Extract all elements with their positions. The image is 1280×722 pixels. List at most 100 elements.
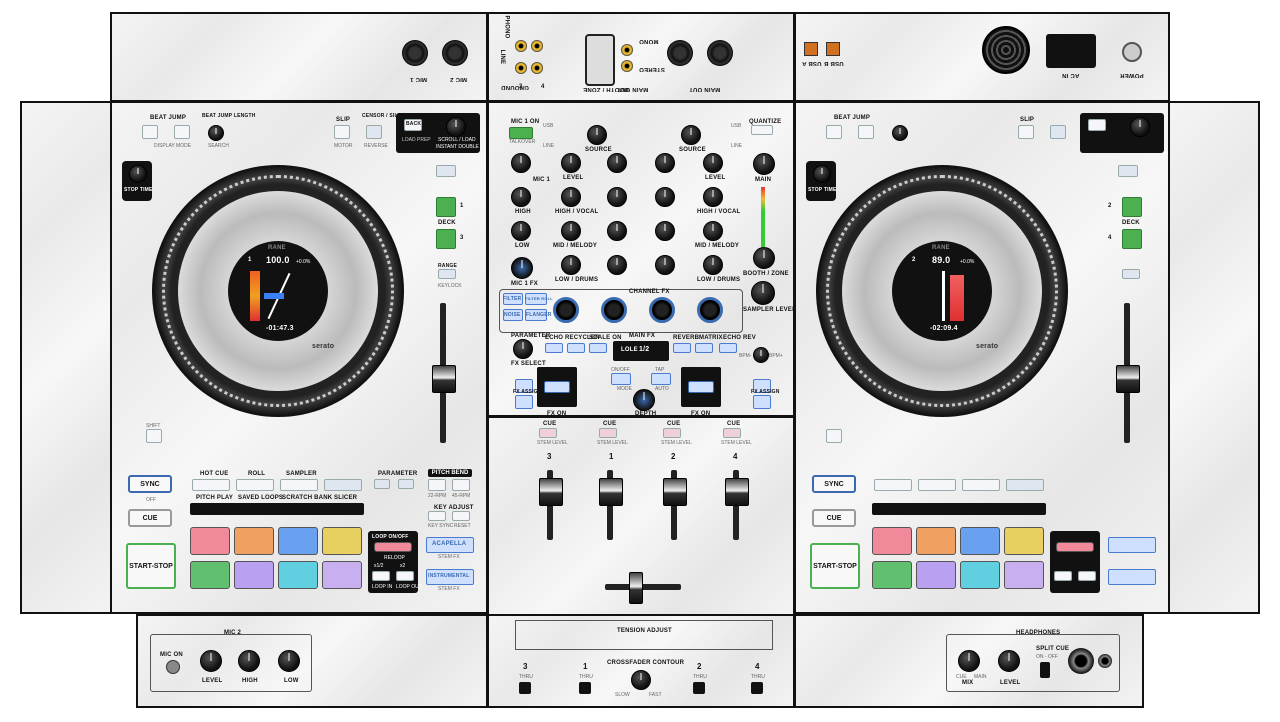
right-jog-wheel[interactable]: RANE 2 89.0 +0.0% -02:09.4 serato (816, 165, 1068, 417)
pad-4[interactable] (322, 527, 362, 555)
pad-8[interactable] (322, 561, 362, 589)
parameter-right-button[interactable] (398, 479, 414, 489)
key-sync-button[interactable] (428, 511, 446, 521)
quantize-button[interactable] (751, 125, 773, 135)
ch3-high-knob[interactable] (561, 187, 581, 207)
loop-out-button[interactable] (396, 571, 414, 581)
tension-adjust-slot[interactable] (515, 620, 773, 650)
r-sampler-button[interactable] (962, 479, 1000, 491)
r-shift-button[interactable] (826, 429, 842, 443)
r-loop-in-button[interactable] (1054, 571, 1072, 581)
assign-switch-3[interactable] (519, 682, 531, 694)
ch4-mid-knob[interactable] (703, 221, 723, 241)
fx-onoff-button[interactable] (611, 373, 631, 385)
hot-cue-button[interactable] (192, 479, 230, 491)
r-top-button[interactable] (1118, 165, 1138, 177)
main-level-knob[interactable] (753, 153, 775, 175)
r-pad-8[interactable] (1004, 561, 1044, 589)
mic1-fx-knob[interactable] (511, 257, 533, 279)
ch3-fx-knob[interactable] (553, 297, 579, 323)
fx-assign-4-button[interactable] (753, 395, 771, 409)
cue-3-button[interactable] (539, 428, 557, 438)
mic2-low-knob[interactable] (278, 650, 300, 672)
deck-4-button[interactable] (1122, 229, 1142, 249)
echo-button[interactable] (545, 343, 563, 353)
pad-6[interactable] (234, 561, 274, 589)
scale-on-button[interactable] (589, 343, 607, 353)
assign-switch-4[interactable] (751, 682, 763, 694)
shift-button[interactable] (146, 429, 162, 443)
ch1-fader[interactable] (599, 478, 623, 506)
r-censor-button[interactable] (1050, 125, 1066, 139)
pad-5[interactable] (190, 561, 230, 589)
range-button[interactable] (438, 269, 456, 279)
ch1-fx-knob[interactable] (601, 297, 627, 323)
censor-button[interactable] (366, 125, 382, 139)
start-stop-button[interactable]: START-STOP (126, 543, 176, 589)
beat-jump-back-button[interactable] (142, 125, 158, 139)
r-pad-2[interactable] (916, 527, 956, 555)
tap-button[interactable] (651, 373, 671, 385)
r-sync-button[interactable]: SYNC (812, 475, 856, 493)
ch2-level-knob[interactable] (655, 153, 675, 173)
ch1-low-knob[interactable] (607, 255, 627, 275)
pad-3[interactable] (278, 527, 318, 555)
r-pad-5[interactable] (872, 561, 912, 589)
reset-button[interactable] (452, 511, 470, 521)
assign-switch-1[interactable] (579, 682, 591, 694)
crossfader-contour-knob[interactable] (631, 670, 651, 690)
r-beat-jump-forward-button[interactable] (858, 125, 874, 139)
mic1-low-knob[interactable] (511, 221, 531, 241)
ch4-fader[interactable] (725, 478, 749, 506)
fx-assign-3-button[interactable] (515, 395, 533, 409)
crossfader[interactable] (629, 572, 643, 604)
r-pad-6[interactable] (916, 561, 956, 589)
ch2-mid-knob[interactable] (655, 221, 675, 241)
r-instrumental-button[interactable] (1108, 569, 1156, 585)
deck-3-button[interactable] (436, 229, 456, 249)
r-hot-cue-button[interactable] (874, 479, 912, 491)
ch3-low-knob[interactable] (561, 255, 581, 275)
booth-zone-knob[interactable] (753, 247, 775, 269)
ch4-fx-knob[interactable] (697, 297, 723, 323)
r-pad-4[interactable] (1004, 527, 1044, 555)
fx-on-left-button[interactable] (544, 381, 570, 393)
matrix-button[interactable] (695, 343, 713, 353)
mic1-on-button[interactable] (509, 127, 533, 139)
pitch-bend-minus-button[interactable] (428, 479, 446, 491)
r-loop-out-button[interactable] (1078, 571, 1096, 581)
beat-jump-length-knob[interactable] (208, 125, 224, 141)
right-pitch-fader[interactable] (1116, 365, 1140, 393)
pitch-bend-plus-button[interactable] (452, 479, 470, 491)
blank-mode-button[interactable] (324, 479, 362, 491)
r-cue-button[interactable]: CUE (812, 509, 856, 527)
r-scroll-load-knob[interactable] (1130, 117, 1150, 137)
pad-7[interactable] (278, 561, 318, 589)
r-beat-jump-back-button[interactable] (826, 125, 842, 139)
ch2-high-knob[interactable] (655, 187, 675, 207)
r-blank-mode-button[interactable] (1006, 479, 1044, 491)
ch2-fx-knob[interactable] (649, 297, 675, 323)
r-pad-1[interactable] (872, 527, 912, 555)
r-stop-time-knob[interactable] (813, 165, 831, 183)
parameter-knob[interactable] (513, 339, 533, 359)
mic1-level-knob[interactable] (511, 153, 531, 173)
sampler-level-knob[interactable] (751, 281, 775, 305)
fx-on-right[interactable] (681, 367, 721, 407)
bpm-knob[interactable] (753, 347, 769, 363)
stop-time-top-button[interactable] (436, 165, 456, 177)
r-pad-3[interactable] (960, 527, 1000, 555)
left-pitch-fader[interactable] (432, 365, 456, 393)
loop-in-button[interactable] (372, 571, 390, 581)
headphone-level-knob[interactable] (998, 650, 1020, 672)
pad-1[interactable] (190, 527, 230, 555)
echo-rev-button[interactable] (719, 343, 737, 353)
ch1-mid-knob[interactable] (607, 221, 627, 241)
cue-4-button[interactable] (723, 428, 741, 438)
scroll-load-knob[interactable] (446, 117, 466, 137)
depth-knob[interactable] (633, 389, 655, 411)
ch3-mid-knob[interactable] (561, 221, 581, 241)
deck-1-button[interactable] (436, 197, 456, 217)
beat-jump-forward-button[interactable] (174, 125, 190, 139)
ch1-high-knob[interactable] (607, 187, 627, 207)
